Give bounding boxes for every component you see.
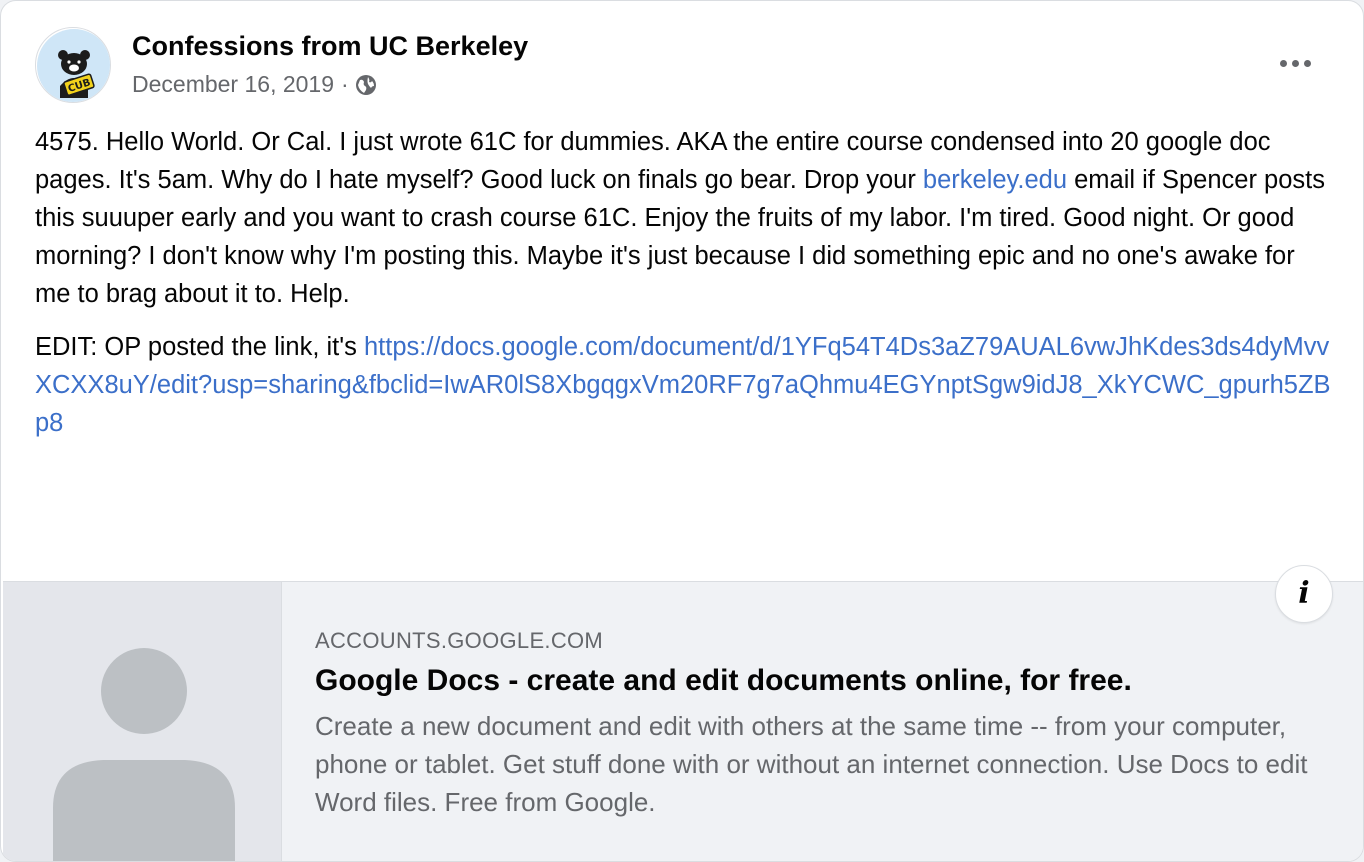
post-paragraph-2: EDIT: OP posted the link, it's https://d… <box>35 328 1335 442</box>
post-meta: December 16, 2019 · <box>132 71 377 98</box>
link-thumbnail <box>3 582 282 861</box>
default-person-placeholder-icon <box>53 648 235 861</box>
more-dot <box>1303 59 1311 67</box>
berkeley-link[interactable]: berkeley.edu <box>923 166 1067 194</box>
meta-separator: · <box>341 71 349 97</box>
bear-logo-icon: CUB <box>37 29 110 102</box>
post-card: CUB Confessions from UC Berkeley Decembe… <box>0 0 1364 862</box>
page-name[interactable]: Confessions from UC Berkeley <box>132 31 528 62</box>
page-avatar[interactable]: CUB <box>35 27 111 103</box>
globe-icon <box>355 74 377 96</box>
info-icon: i <box>1298 576 1310 611</box>
more-dot <box>1291 59 1299 67</box>
post-date[interactable]: December 16, 2019 <box>132 71 334 98</box>
link-title[interactable]: Google Docs - create and edit documents … <box>315 664 1132 698</box>
link-domain: ACCOUNTS.GOOGLE.COM <box>315 628 604 653</box>
post-paragraph-1: 4575. Hello World. Or Cal. I just wrote … <box>35 123 1335 313</box>
paragraph-text: EDIT: OP posted the link, it's <box>35 333 364 361</box>
link-description: Create a new document and edit with othe… <box>315 711 1308 817</box>
post-body: 4575. Hello World. Or Cal. I just wrote … <box>35 123 1335 442</box>
link-preview[interactable]: ACCOUNTS.GOOGLE.COM Google Docs - create… <box>3 581 1363 861</box>
more-dot <box>1279 59 1287 67</box>
more-options-button[interactable] <box>1263 43 1327 83</box>
info-button[interactable]: i <box>1275 565 1333 623</box>
